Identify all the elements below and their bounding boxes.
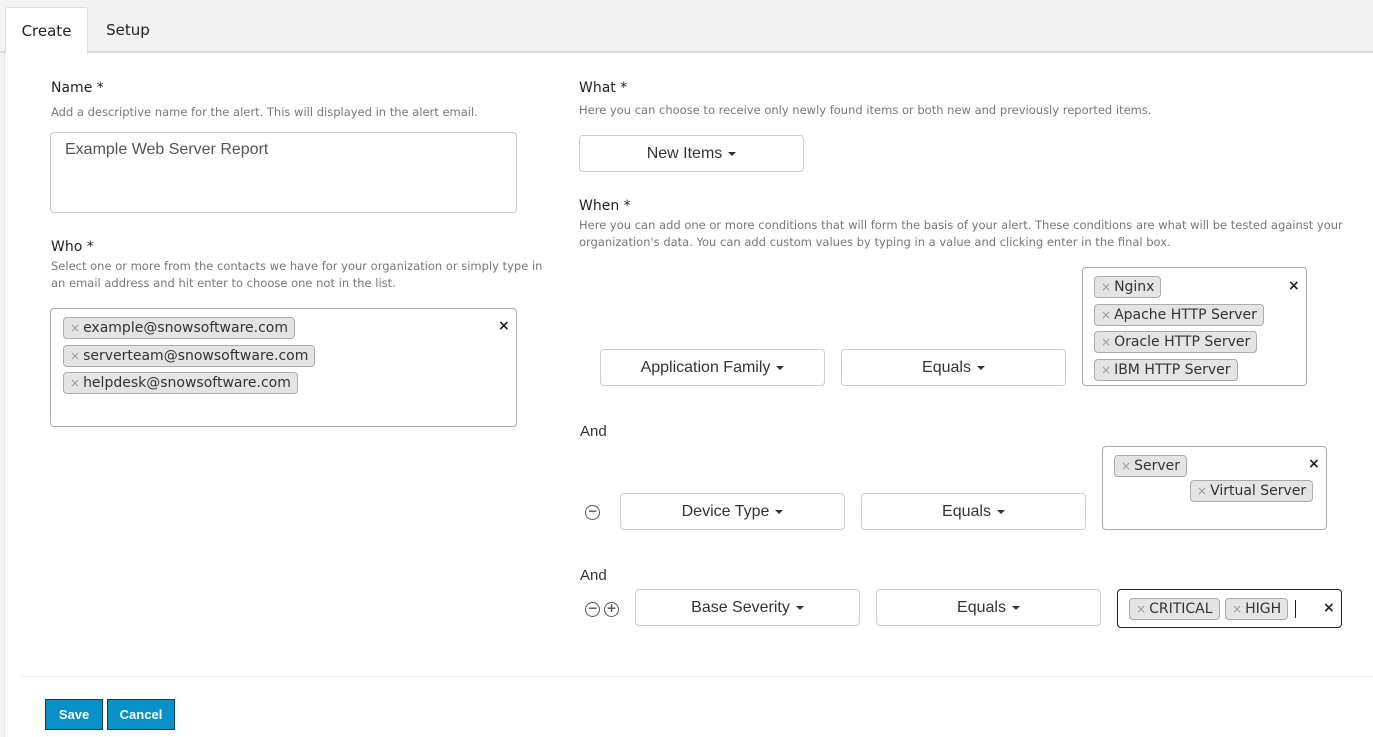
condition-3-operator-dropdown[interactable]: Equals [876,589,1101,626]
value-tag: × CRITICAL [1129,598,1220,620]
tab-create[interactable]: Create [5,7,88,54]
tag-label: Apache HTTP Server [1114,307,1257,323]
value-tag: × Nginx [1094,276,1162,298]
what-dropdown[interactable]: New Items [579,135,804,172]
tag-label: HIGH [1245,601,1282,617]
name-value: Example Web Server Report [65,141,269,158]
condition-field-label: Device Type [681,503,770,520]
condition-operator-label: Equals [957,599,1006,616]
tag-label: CRITICAL [1149,601,1213,617]
tag-label: helpdesk@snowsoftware.com [83,375,291,391]
condition-2-values-input[interactable]: × Server × Virtual Server × [1102,446,1327,530]
tag-remove-icon[interactable]: × [1101,305,1111,325]
tag-label: Virtual Server [1210,483,1307,499]
tag-label: Nginx [1114,279,1155,295]
tag-remove-icon[interactable]: × [1101,332,1111,352]
tag-remove-icon[interactable]: × [1101,277,1111,297]
condition-operator-label: Equals [942,503,991,520]
tab-setup[interactable]: Setup [96,7,160,54]
cancel-button[interactable]: Cancel [107,699,175,730]
text-cursor [1295,600,1296,618]
who-label: Who * [51,239,94,255]
and-label: And [580,567,607,584]
clear-all-icon[interactable]: × [1323,600,1335,616]
who-help-1: Select one or more from the contacts we … [51,259,543,273]
tag-label: example@snowsoftware.com [83,320,288,336]
value-tag: × Virtual Server [1190,480,1314,502]
tag-remove-icon[interactable]: × [1101,360,1111,380]
tag-remove-icon[interactable]: × [1136,599,1146,619]
clear-all-icon[interactable]: × [1288,278,1300,294]
name-help: Add a descriptive name for the alert. Th… [51,105,478,119]
value-tag: × HIGH [1225,598,1289,620]
chevron-down-icon [976,365,985,370]
name-input[interactable]: Example Web Server Report [50,132,517,213]
and-label: And [580,423,607,440]
add-condition-icon[interactable]: + [604,602,619,617]
remove-condition-icon[interactable]: − [585,602,600,617]
remove-condition-icon[interactable]: − [585,505,600,520]
tag-label: serverteam@snowsoftware.com [83,348,309,364]
when-label: When * [579,198,631,214]
chevron-down-icon [728,151,737,156]
value-tag: × IBM HTTP Server [1094,359,1238,381]
condition-1-field-dropdown[interactable]: Application Family [600,349,825,386]
clear-all-icon[interactable]: × [1308,456,1320,472]
tag-label: Server [1134,458,1180,474]
tag-remove-icon[interactable]: × [70,318,80,338]
tab-bar: Create Setup [0,0,1373,54]
what-label: What * [579,80,628,96]
what-selected: New Items [646,145,723,162]
tag-remove-icon[interactable]: × [1232,599,1242,619]
condition-3-field-dropdown[interactable]: Base Severity [635,589,860,626]
chevron-down-icon [1011,605,1020,610]
chevron-down-icon [775,509,784,514]
value-tag: × Oracle HTTP Server [1094,331,1258,353]
what-help: Here you can choose to receive only newl… [579,103,1152,117]
condition-3-values-input[interactable]: × CRITICAL × HIGH × [1117,589,1342,628]
when-help-2: organization's data. You can add custom … [579,235,1171,249]
tag-remove-icon[interactable]: × [70,346,80,366]
chevron-down-icon [776,365,785,370]
save-button[interactable]: Save [45,699,103,730]
recipient-tag: × serverteam@snowsoftware.com [63,345,316,367]
condition-field-label: Application Family [640,359,771,376]
name-label: Name * [51,80,104,96]
condition-2-field-dropdown[interactable]: Device Type [620,493,845,530]
when-help-1: Here you can add one or more conditions … [579,218,1343,232]
value-tag: × Apache HTTP Server [1094,304,1264,326]
recipient-tag: × helpdesk@snowsoftware.com [63,372,298,394]
chevron-down-icon [996,509,1005,514]
recipient-tag: × example@snowsoftware.com [63,317,295,339]
footer-divider [22,676,1373,677]
who-recipients-input[interactable]: × example@snowsoftware.com × serverteam@… [50,308,517,427]
condition-1-values-input[interactable]: × Nginx × Apache HTTP Server × Oracle HT… [1082,267,1307,386]
value-tag: × Server [1114,455,1187,477]
condition-2-operator-dropdown[interactable]: Equals [861,493,1086,530]
chevron-down-icon [795,605,804,610]
tag-label: Oracle HTTP Server [1114,334,1251,350]
tag-remove-icon[interactable]: × [1121,456,1131,476]
tag-remove-icon[interactable]: × [70,373,80,393]
tag-remove-icon[interactable]: × [1197,481,1207,501]
condition-field-label: Base Severity [691,599,790,616]
condition-operator-label: Equals [922,359,971,376]
tag-label: IBM HTTP Server [1114,362,1231,378]
who-help-2: an email address and hit enter to choose… [51,276,396,290]
condition-1-operator-dropdown[interactable]: Equals [841,349,1066,386]
left-edge [0,53,5,737]
clear-all-icon[interactable]: × [498,318,510,334]
